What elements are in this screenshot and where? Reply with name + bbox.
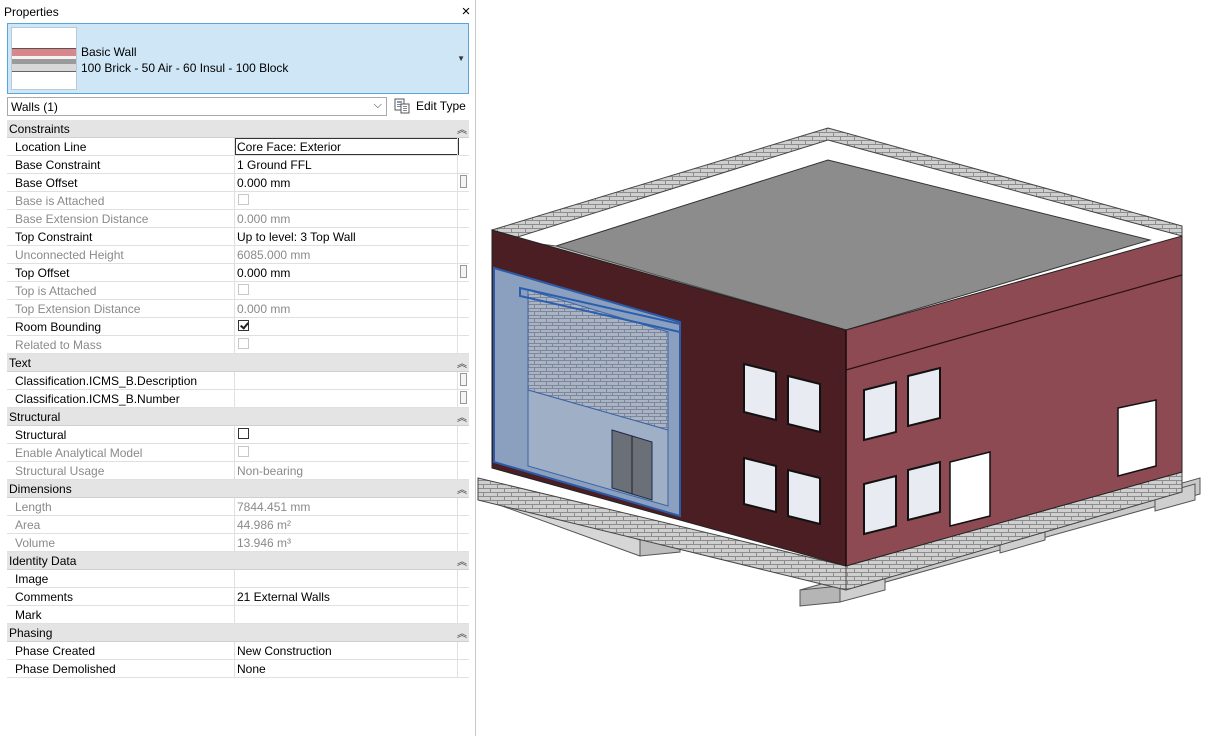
- prop-classification-description[interactable]: Classification.ICMS_B.Description: [7, 372, 469, 390]
- room-bounding-checkbox[interactable]: [238, 320, 249, 331]
- prop-structural-usage: Structural Usage Non-bearing: [7, 462, 469, 480]
- building-model: [477, 127, 1201, 607]
- properties-panel: Properties × Basic Wall 100 Brick - 50 A…: [0, 0, 476, 736]
- panel-title: Properties: [4, 5, 59, 19]
- prop-location-line[interactable]: Location Line Core Face: Exterior: [7, 138, 469, 156]
- analytical-checkbox: [238, 446, 249, 457]
- properties-grid: Constraints ︽ Location Line Core Face: E…: [7, 120, 469, 678]
- prop-classification-number[interactable]: Classification.ICMS_B.Number: [7, 390, 469, 408]
- prop-base-offset[interactable]: Base Offset 0.000 mm: [7, 174, 469, 192]
- scroll-thumb[interactable]: [457, 372, 469, 389]
- footing-base: [799, 585, 841, 607]
- prop-unconnected-height: Unconnected Height 6085.000 mm: [7, 246, 469, 264]
- section-label: Text: [9, 356, 32, 370]
- prop-top-constraint[interactable]: Top Constraint Up to level: 3 Top Wall: [7, 228, 469, 246]
- prop-related-mass: Related to Mass: [7, 336, 469, 354]
- prop-volume: Volume 13.946 m³: [7, 534, 469, 552]
- edit-type-button[interactable]: Edit Type: [392, 97, 469, 116]
- double-chevron-up-icon[interactable]: ︽: [457, 355, 467, 370]
- prop-image[interactable]: Image: [7, 570, 469, 588]
- prop-base-extension: Base Extension Distance 0.000 mm: [7, 210, 469, 228]
- double-chevron-up-icon[interactable]: ︽: [457, 625, 467, 640]
- prop-base-attached: Base is Attached: [7, 192, 469, 210]
- double-chevron-up-icon[interactable]: ︽: [457, 409, 467, 424]
- section-identity-data[interactable]: Identity Data ︽: [7, 552, 469, 570]
- section-label: Identity Data: [9, 554, 77, 568]
- section-label: Dimensions: [9, 482, 72, 496]
- top-attached-checkbox: [238, 284, 249, 295]
- double-chevron-up-icon[interactable]: ︽: [457, 553, 467, 568]
- section-text[interactable]: Text ︽: [7, 354, 469, 372]
- prop-structural[interactable]: Structural: [7, 426, 469, 444]
- element-filter-select[interactable]: Walls (1) ⌵: [7, 97, 387, 116]
- prop-room-bounding[interactable]: Room Bounding: [7, 318, 469, 336]
- prop-length: Length 7844.451 mm: [7, 498, 469, 516]
- section-label: Structural: [9, 410, 61, 424]
- type-family-name: Basic Wall: [81, 45, 137, 59]
- double-chevron-up-icon[interactable]: ︽: [457, 481, 467, 496]
- prop-area: Area 44.986 m²: [7, 516, 469, 534]
- base-attached-checkbox: [238, 194, 249, 205]
- prop-top-extension: Top Extension Distance 0.000 mm: [7, 300, 469, 318]
- scroll-thumb[interactable]: [457, 264, 469, 281]
- scroll-thumb[interactable]: [457, 390, 469, 407]
- type-selector[interactable]: Basic Wall 100 Brick - 50 Air - 60 Insul…: [7, 23, 469, 94]
- wall-type-preview-icon: [11, 27, 77, 90]
- type-name: 100 Brick - 50 Air - 60 Insul - 100 Bloc…: [81, 61, 289, 75]
- scroll-thumb[interactable]: [457, 174, 469, 191]
- section-label: Phasing: [9, 626, 53, 640]
- section-label: Constraints: [9, 122, 70, 136]
- filter-row: Walls (1) ⌵ Edit Type: [7, 97, 469, 117]
- related-mass-checkbox: [238, 338, 249, 349]
- prop-top-attached: Top is Attached: [7, 282, 469, 300]
- prop-base-constraint[interactable]: Base Constraint 1 Ground FFL: [7, 156, 469, 174]
- prop-phase-created[interactable]: Phase Created New Construction: [7, 642, 469, 660]
- structural-checkbox[interactable]: [238, 428, 249, 439]
- section-constraints[interactable]: Constraints ︽: [7, 120, 469, 138]
- prop-mark[interactable]: Mark: [7, 606, 469, 624]
- double-chevron-up-icon[interactable]: ︽: [457, 121, 467, 136]
- prop-enable-analytical: Enable Analytical Model: [7, 444, 469, 462]
- section-phasing[interactable]: Phasing ︽: [7, 624, 469, 642]
- 3d-viewport[interactable]: [476, 0, 1224, 736]
- prop-phase-demolished[interactable]: Phase Demolished None: [7, 660, 469, 678]
- type-dropdown-icon[interactable]: ▼: [457, 54, 465, 63]
- edit-type-icon: [394, 98, 410, 114]
- close-icon[interactable]: ×: [459, 3, 473, 20]
- chevron-down-icon: ⌵: [373, 99, 382, 111]
- location-line-field[interactable]: Core Face: Exterior: [235, 138, 459, 155]
- edit-type-label: Edit Type: [416, 99, 466, 113]
- section-dimensions[interactable]: Dimensions ︽: [7, 480, 469, 498]
- door-right-1: [949, 451, 991, 527]
- properties-titlebar: Properties ×: [0, 3, 476, 22]
- section-structural[interactable]: Structural ︽: [7, 408, 469, 426]
- prop-top-offset[interactable]: Top Offset 0.000 mm: [7, 264, 469, 282]
- door-right-2: [1117, 399, 1157, 477]
- element-filter-value: Walls (1): [11, 100, 58, 114]
- prop-comments[interactable]: Comments 21 External Walls: [7, 588, 469, 606]
